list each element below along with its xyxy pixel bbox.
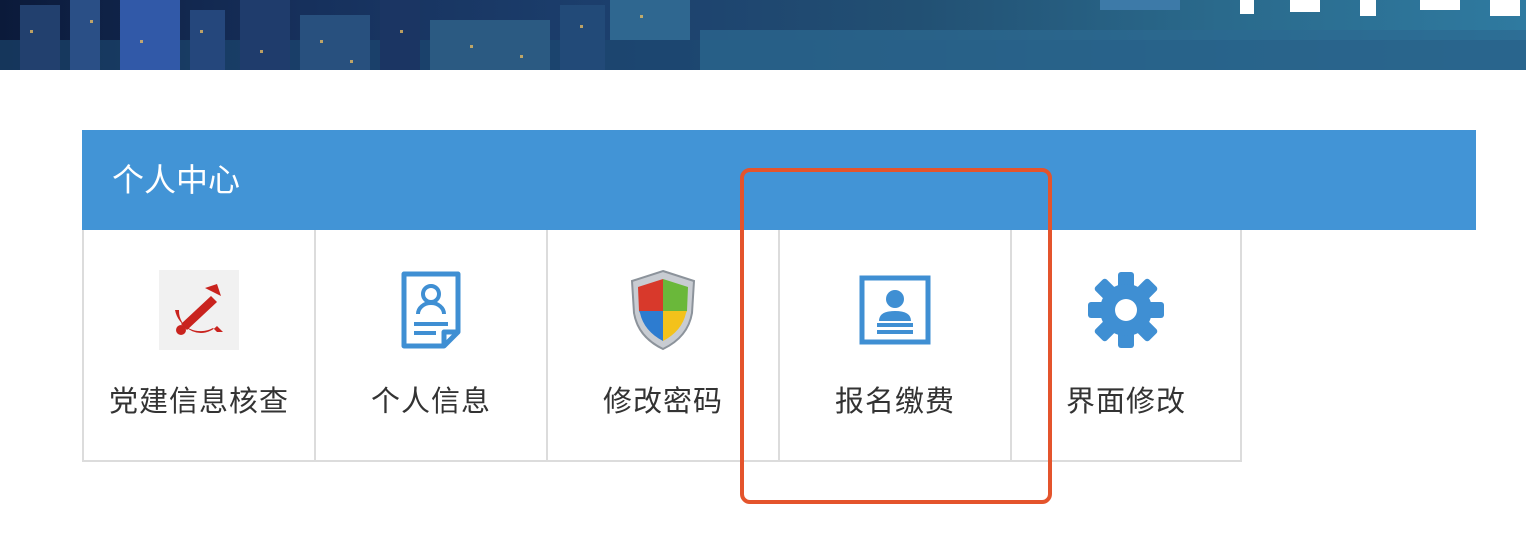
tile-change-password[interactable]: 修改密码 (546, 230, 778, 462)
shield-icon (621, 268, 705, 352)
gear-icon (1084, 268, 1168, 352)
header-banner-image (0, 0, 1526, 70)
personal-center-panel: 个人中心 党建信息核查 个人信息 修改密码 报名缴费 界面修改 (82, 130, 1476, 462)
tile-interface-settings[interactable]: 界面修改 (1010, 230, 1242, 462)
tile-label: 党建信息核查 (108, 384, 289, 418)
id-card-icon (853, 268, 937, 352)
profile-document-icon (389, 268, 473, 352)
tile-label: 报名缴费 (834, 384, 955, 418)
tile-registration-payment[interactable]: 报名缴费 (778, 230, 1010, 462)
tile-label: 界面修改 (1065, 384, 1186, 418)
tile-label: 修改密码 (602, 384, 723, 418)
tile-label: 个人信息 (370, 384, 491, 418)
feature-grid: 党建信息核查 个人信息 修改密码 报名缴费 界面修改 (82, 230, 1476, 462)
tile-personal-info[interactable]: 个人信息 (314, 230, 546, 462)
hammer-sickle-icon (157, 268, 241, 352)
panel-title: 个人中心 (82, 130, 1476, 230)
city-skyline-graphic (0, 0, 1526, 70)
tile-party-info-check[interactable]: 党建信息核查 (82, 230, 314, 462)
